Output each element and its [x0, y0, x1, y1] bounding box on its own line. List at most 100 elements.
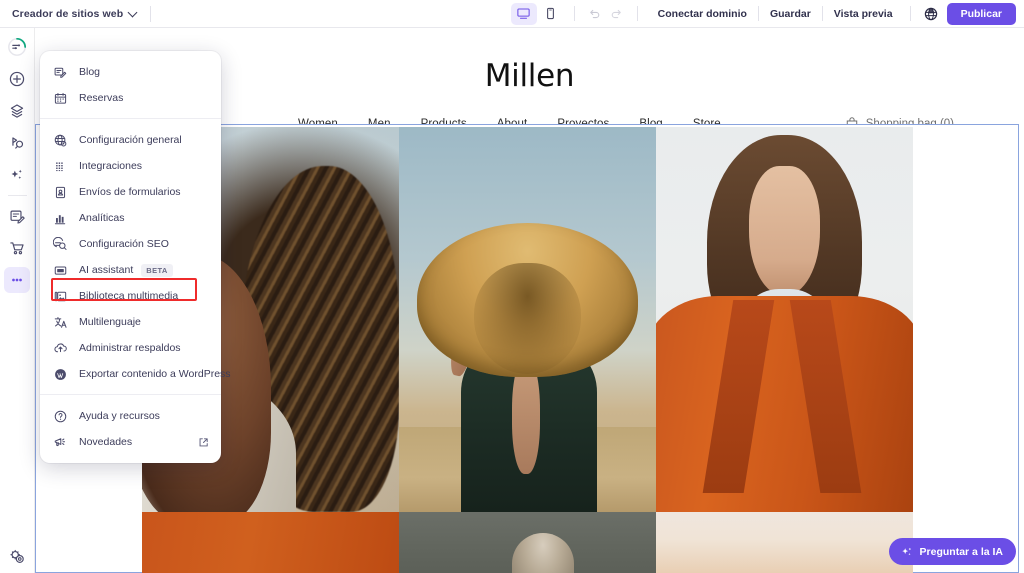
form-submissions-icon — [52, 184, 69, 201]
menu-item-multilenguaje[interactable]: Multilenguaje — [40, 309, 221, 335]
divider — [7, 195, 27, 196]
menu-divider — [40, 118, 221, 119]
divider — [150, 5, 152, 22]
layers-icon — [10, 104, 24, 118]
mobile-phone-icon — [547, 7, 555, 20]
divider — [636, 6, 638, 21]
menu-item-configuracion-general[interactable]: Configuración general — [40, 127, 221, 153]
left-sidebar-rail — [0, 28, 35, 573]
redo-arrow-icon — [611, 9, 621, 19]
menu-item-label: Administrar respaldos — [79, 342, 181, 354]
ask-ai-label: Preguntar a la IA — [919, 545, 1003, 558]
chevron-down-icon — [127, 7, 138, 18]
sidebar-item-layers[interactable] — [4, 98, 30, 124]
publish-button[interactable]: Publicar — [946, 2, 1016, 25]
menu-item-blog[interactable]: Blog — [40, 59, 221, 85]
menu-item-label: Ayuda y recursos — [79, 410, 160, 422]
globe-settings-icon — [52, 132, 69, 149]
gallery-image-straw-hat-woman[interactable] — [399, 127, 656, 512]
menu-item-label: AI assistant — [79, 264, 134, 276]
desktop-view-button[interactable] — [510, 2, 537, 25]
megaphone-news-icon — [52, 434, 69, 451]
site-language-button[interactable] — [919, 2, 943, 26]
sidebar-item-wix-logo[interactable] — [4, 34, 30, 60]
gallery-grid[interactable] — [142, 127, 913, 573]
connect-domain-button[interactable]: Conectar dominio — [647, 0, 758, 28]
gallery-image-orange-fabric[interactable] — [142, 512, 399, 573]
seo-magnifier-globe-icon — [52, 236, 69, 253]
wix-logo-icon — [8, 37, 27, 56]
ai-sparkle-icon — [11, 169, 22, 179]
site-builder-label: Creador de sitios web — [12, 7, 124, 20]
site-builder-menu[interactable]: Creador de sitios web — [0, 7, 138, 20]
gallery-image-gray-backdrop-woman[interactable] — [399, 512, 656, 573]
menu-item-reservas[interactable]: Reservas — [40, 85, 221, 111]
menu-item-label: Configuración SEO — [79, 238, 169, 250]
status-badge: BETA — [141, 263, 173, 277]
more-apps-icon — [12, 278, 22, 282]
ai-sparkle-icon — [901, 547, 911, 555]
media-library-icon — [52, 288, 69, 305]
top-toolbar: Creador de sitios web Conectar dominio G… — [0, 0, 1024, 28]
menu-item-analiticas[interactable]: Analíticas — [40, 205, 221, 231]
divider — [909, 6, 911, 21]
menu-item-biblioteca-multimedia[interactable]: Biblioteca multimedia — [40, 283, 221, 309]
sidebar-item-settings[interactable] — [5, 543, 31, 569]
sidebar-item-more-apps[interactable] — [4, 267, 30, 293]
ai-assistant-panel-icon — [52, 262, 69, 279]
wordpress-icon — [52, 366, 69, 383]
ask-ai-button[interactable]: Preguntar a la IA — [888, 538, 1016, 565]
decor — [512, 532, 574, 573]
decor — [656, 296, 913, 512]
menu-item-envios-de-formularios[interactable]: Envíos de formularios — [40, 179, 221, 205]
menu-item-ayuda-y-recursos[interactable]: Ayuda y recursos — [40, 403, 221, 429]
menu-item-label: Exportar contenido a WordPress — [79, 368, 231, 380]
settings-gear-icon — [10, 549, 24, 563]
bar-chart-analytics-icon — [52, 210, 69, 227]
decor — [748, 165, 821, 297]
grid-dots-icon — [52, 158, 69, 175]
menu-item-label: Blog — [79, 66, 101, 78]
menu-item-ai-assistant[interactable]: AI assistant BETA — [40, 257, 221, 283]
preview-button[interactable]: Vista previa — [823, 0, 904, 28]
menu-item-integraciones[interactable]: Integraciones — [40, 153, 221, 179]
undo-button[interactable] — [584, 3, 606, 25]
desktop-monitor-icon — [517, 8, 530, 19]
store-cart-icon — [10, 242, 24, 255]
toolbar-actions: Conectar dominio Guardar Vista previa Pu… — [510, 0, 1024, 28]
more-apps-dropdown-menu[interactable]: Blog Reservas Configuración general Inte… — [40, 51, 231, 463]
sidebar-item-blog[interactable] — [4, 203, 30, 229]
menu-item-label: Analíticas — [79, 212, 125, 224]
pages-menus-icon — [12, 137, 24, 149]
menu-item-label: Envíos de formularios — [79, 186, 181, 198]
divider — [573, 6, 575, 21]
menu-item-label: Configuración general — [79, 134, 182, 146]
gallery-image-orange-blazer-woman[interactable] — [656, 127, 913, 512]
blog-icon — [10, 210, 25, 224]
sidebar-item-store[interactable] — [4, 235, 30, 261]
calendar-bookings-icon — [52, 90, 69, 107]
undo-arrow-icon — [590, 9, 600, 19]
multilingual-translate-icon — [52, 314, 69, 331]
sidebar-item-ai-tools[interactable] — [4, 162, 30, 188]
menu-item-novedades[interactable]: Novedades — [40, 429, 221, 455]
sidebar-item-add-element[interactable] — [4, 66, 30, 92]
save-button[interactable]: Guardar — [759, 0, 822, 28]
globe-icon — [924, 7, 937, 20]
menu-item-label: Integraciones — [79, 160, 143, 172]
external-link-icon — [198, 437, 209, 448]
menu-item-administrar-respaldos[interactable]: Administrar respaldos — [40, 335, 221, 361]
blog-post-icon — [52, 64, 69, 81]
mobile-view-button[interactable] — [538, 3, 564, 25]
menu-divider — [40, 394, 221, 395]
decor — [416, 223, 638, 378]
menu-item-label: Multilenguaje — [79, 316, 141, 328]
menu-item-configuracion-seo[interactable]: Configuración SEO — [40, 231, 221, 257]
menu-item-label: Reservas — [79, 92, 124, 104]
gallery-image-beige-gradient[interactable] — [656, 512, 913, 573]
cloud-backup-icon — [52, 340, 69, 357]
menu-item-exportar-wordpress[interactable]: Exportar contenido a WordPress — [40, 361, 231, 387]
sidebar-item-pages-menus[interactable] — [4, 130, 30, 156]
sidebar-bottom-group — [0, 543, 35, 569]
redo-button[interactable] — [606, 3, 628, 25]
